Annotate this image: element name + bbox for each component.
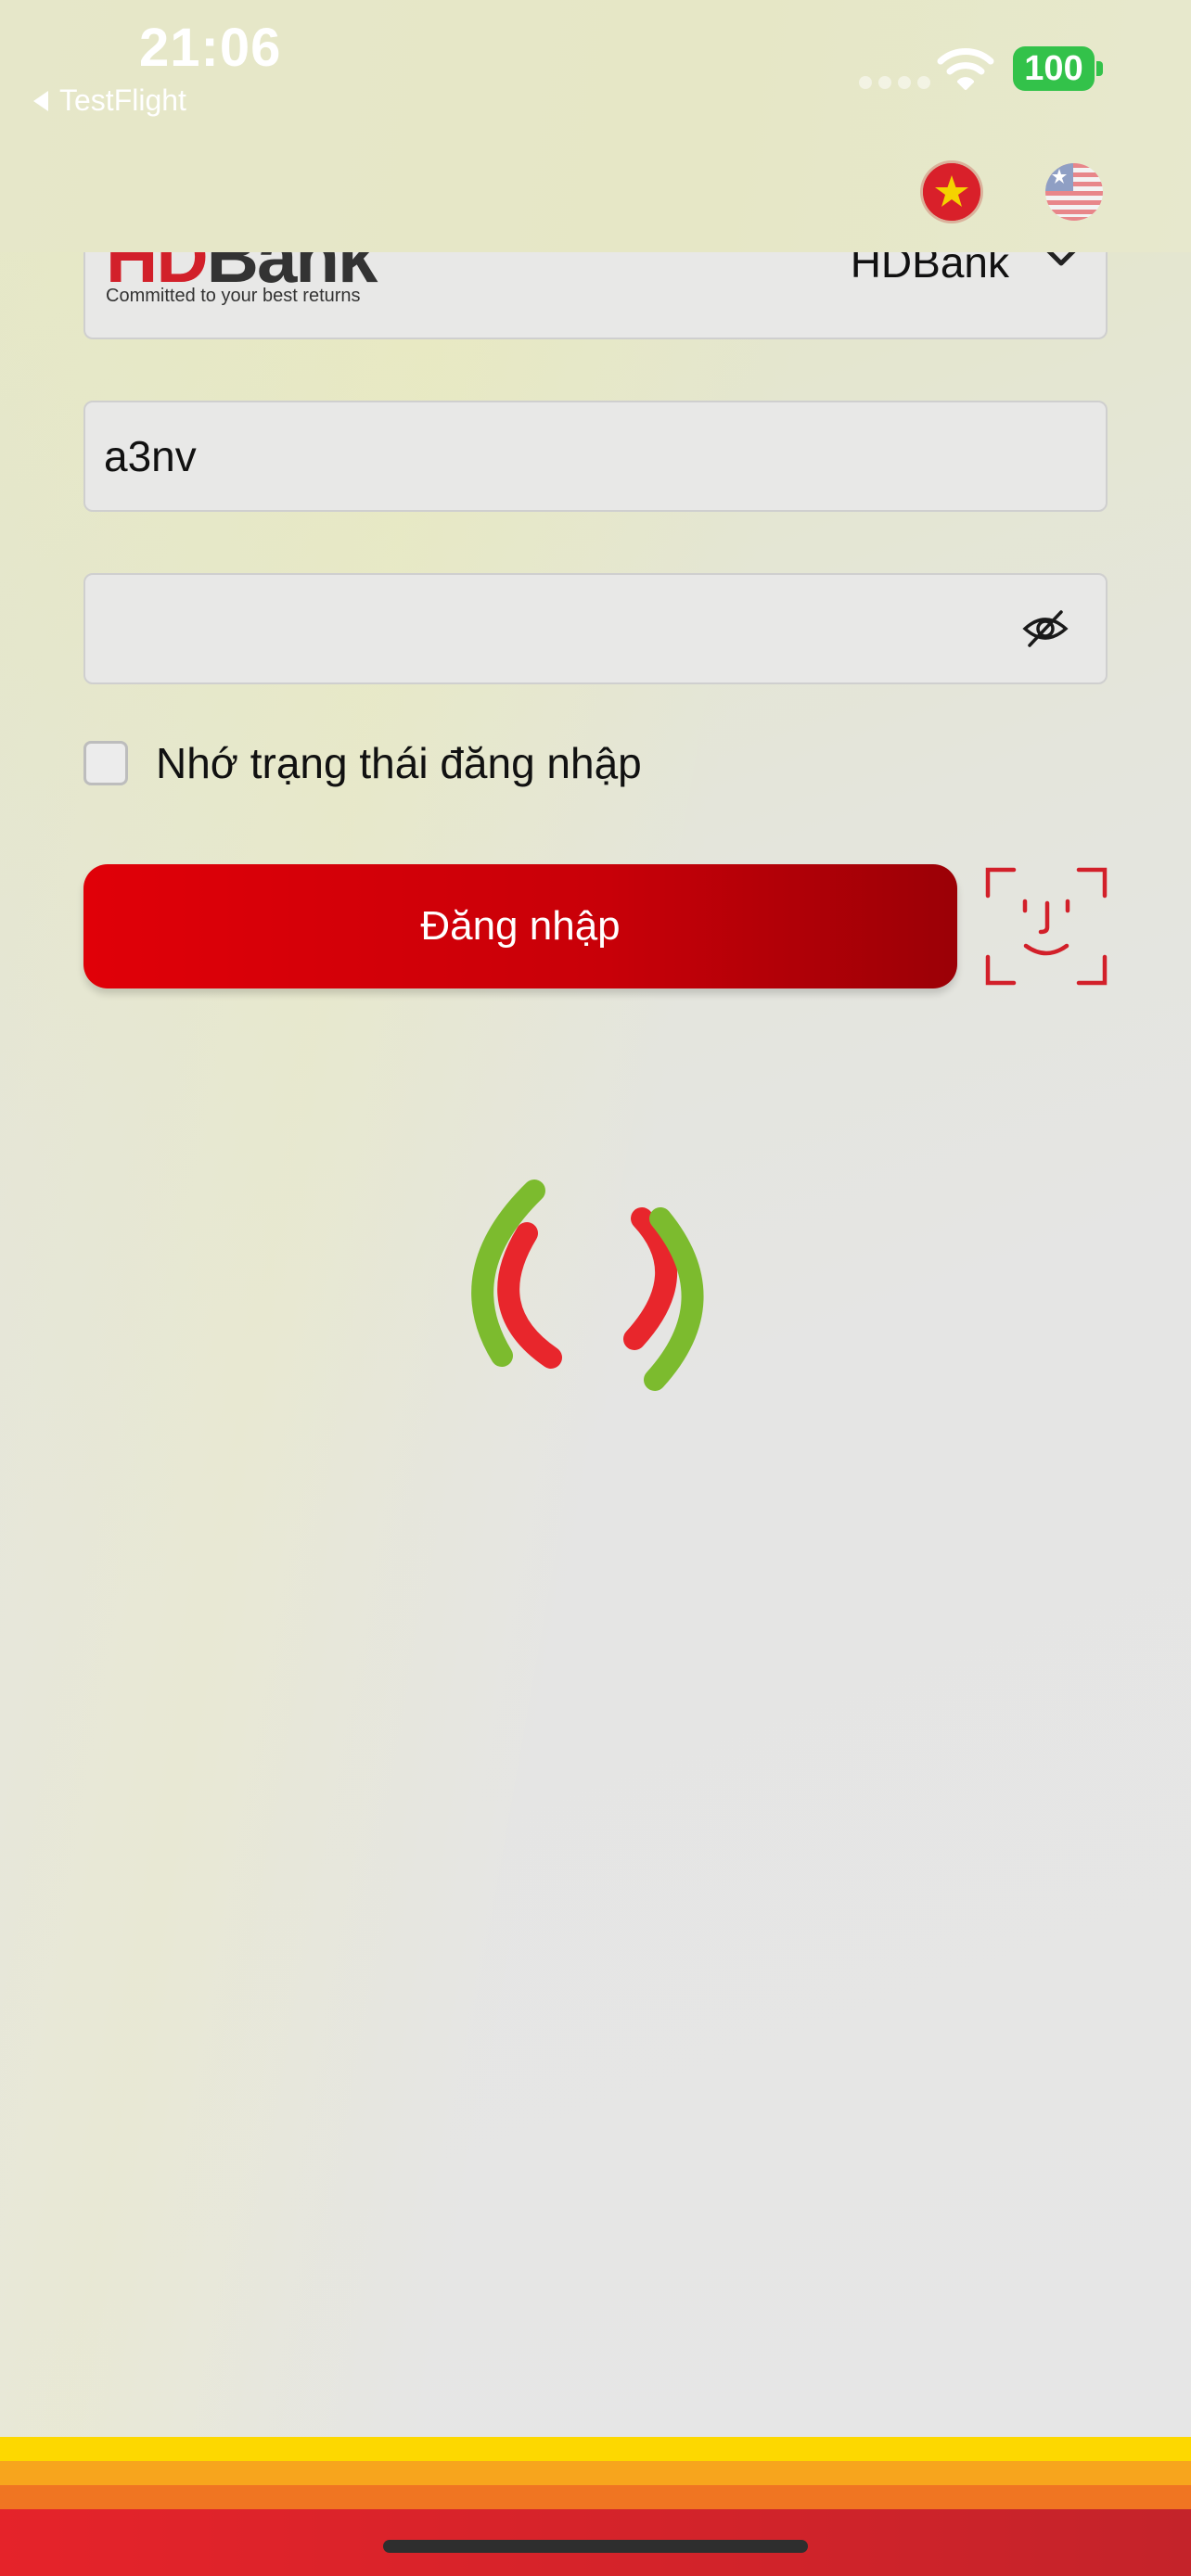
loading-spinner-icon	[471, 1180, 704, 1391]
vietnamese-flag-button[interactable]	[923, 163, 980, 221]
username-field[interactable]: a3nv	[83, 401, 1108, 512]
back-label: TestFlight	[59, 83, 186, 117]
us-flag-icon	[1045, 163, 1103, 221]
cellular-signal-icon	[859, 76, 930, 89]
face-id-icon[interactable]	[985, 864, 1108, 988]
status-time: 21:06	[139, 18, 282, 78]
stripe-yellow	[0, 2437, 1191, 2461]
back-caret-icon	[33, 90, 48, 111]
remember-checkbox[interactable]	[83, 741, 128, 785]
battery-tip	[1096, 61, 1103, 76]
vietnam-flag-icon	[923, 163, 980, 221]
stripe-dark-orange	[0, 2485, 1191, 2509]
bank-slogan: Committed to your best returns	[106, 286, 361, 306]
password-field[interactable]	[83, 573, 1108, 684]
login-button[interactable]: Đăng nhập	[83, 864, 957, 988]
remember-login-row[interactable]: Nhớ trạng thái đăng nhập	[83, 738, 642, 788]
wifi-icon	[937, 48, 994, 90]
us-flag-button[interactable]	[1045, 163, 1103, 221]
eye-slash-icon[interactable]	[1022, 608, 1069, 649]
home-indicator[interactable]	[383, 2540, 808, 2553]
remember-label: Nhớ trạng thái đăng nhập	[156, 739, 642, 787]
stripe-orange	[0, 2461, 1191, 2485]
back-to-testflight[interactable]: TestFlight	[33, 83, 186, 118]
battery-indicator: 100	[1013, 46, 1095, 91]
